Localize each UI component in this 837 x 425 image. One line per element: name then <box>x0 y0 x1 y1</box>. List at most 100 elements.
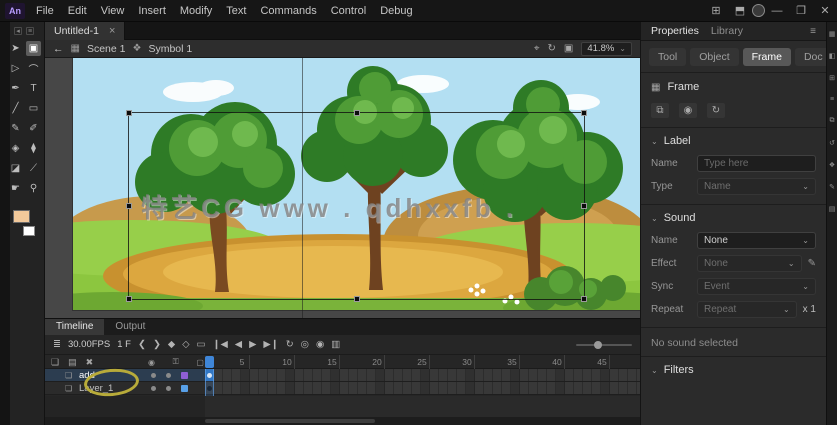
onion-skin-button[interactable]: ◎ <box>301 339 309 350</box>
loop-button[interactable]: ↻ <box>286 339 294 350</box>
mode-tab-doc[interactable]: Doc <box>794 48 826 66</box>
show-hide-toggle[interactable] <box>151 373 156 378</box>
color-panel-icon[interactable]: ◧ <box>829 52 836 60</box>
history-panel-icon[interactable]: ↺ <box>829 139 835 147</box>
layer-row[interactable]: ❏ add <box>45 369 640 382</box>
layer-name[interactable]: add <box>79 369 95 382</box>
playhead-marker[interactable] <box>205 356 214 368</box>
menu-text[interactable]: Text <box>219 0 253 22</box>
libraries-panel-icon[interactable]: ▤ <box>829 205 836 213</box>
next-frame-button[interactable]: ▶❙ <box>263 339 278 350</box>
insert-keyframe-button[interactable]: ◆ <box>168 339 175 350</box>
menu-insert[interactable]: Insert <box>131 0 173 22</box>
repeat-dropdown[interactable]: Repeat ⌄ <box>697 301 797 318</box>
minimize-button[interactable]: — <box>765 0 789 22</box>
workspace-icon[interactable]: ⊞ <box>704 0 728 22</box>
lasso-tool[interactable]: ⌒ <box>26 61 41 76</box>
timeline-zoom-slider[interactable] <box>576 340 632 349</box>
mode-tab-object[interactable]: Object <box>690 48 739 66</box>
profile-avatar[interactable] <box>752 4 765 17</box>
delete-layer-button[interactable]: ✖ <box>86 357 94 368</box>
insert-blank-keyframe-button[interactable]: ◇ <box>182 339 189 350</box>
info-panel-icon[interactable]: ≡ <box>830 96 834 103</box>
align-panel-icon[interactable]: ▦ <box>829 30 836 38</box>
play-button[interactable]: ▶ <box>249 339 256 350</box>
selected-frame[interactable] <box>205 369 214 381</box>
label-type-dropdown[interactable]: Name ⌄ <box>697 178 816 195</box>
frame-ruler[interactable]: 5 10 15 20 25 30 35 40 45 <box>205 355 640 369</box>
lock-toggle[interactable] <box>166 386 171 391</box>
menu-modify[interactable]: Modify <box>173 0 219 22</box>
text-tool[interactable]: T <box>26 81 41 96</box>
stage[interactable]: 特艺CG www . qdhxxfb . <box>45 58 640 318</box>
timeline-scrollbar[interactable] <box>45 417 640 425</box>
bone-tool[interactable]: ⟋ <box>26 161 41 176</box>
eraser-tool[interactable]: ◪ <box>8 161 23 176</box>
pencil-tool[interactable]: ✎ <box>8 121 23 136</box>
transform-handle[interactable] <box>126 110 132 116</box>
paint-bucket-tool[interactable]: ◈ <box>8 141 23 156</box>
prev-frame-button[interactable]: ◀ <box>235 339 242 350</box>
selection-tool[interactable]: ➤ <box>8 41 23 56</box>
layers-icon[interactable]: ≣ <box>53 339 61 350</box>
repeat-count[interactable]: x 1 <box>803 304 816 315</box>
tab-properties[interactable]: Properties <box>651 25 699 37</box>
tools-menu-icon[interactable]: ≡ <box>26 27 34 35</box>
menu-commands[interactable]: Commands <box>253 0 323 22</box>
menu-view[interactable]: View <box>94 0 132 22</box>
transform-handle[interactable] <box>581 296 587 302</box>
tools-collapse-icon[interactable]: ◂ <box>14 27 22 35</box>
transform-handle[interactable] <box>353 296 360 302</box>
filters-section-header[interactable]: ⌄ Filters <box>641 357 826 381</box>
layer-row[interactable]: ❏ Layer_1 <box>45 382 640 395</box>
layer-frames[interactable] <box>205 382 640 394</box>
new-folder-button[interactable]: ▤ <box>68 357 77 368</box>
mode-tab-frame[interactable]: Frame <box>742 48 791 66</box>
scrollbar-thumb[interactable] <box>205 419 375 423</box>
slider-track[interactable] <box>576 340 632 349</box>
document-tab[interactable]: Untitled-1 × <box>45 22 126 40</box>
rotate-view-icon[interactable]: ↻ <box>548 43 556 54</box>
free-transform-tool[interactable]: ▣ <box>26 41 41 56</box>
panel-menu-icon[interactable]: ≡ <box>810 26 816 37</box>
transform-handle[interactable] <box>126 296 132 302</box>
center-stage-icon[interactable]: ⌖ <box>534 43 540 54</box>
brushes-panel-icon[interactable]: ✎ <box>829 183 835 191</box>
transform-handle[interactable] <box>126 203 132 209</box>
tab-output[interactable]: Output <box>104 319 156 335</box>
refresh-icon[interactable]: ↻ <box>707 103 725 118</box>
lock-toggle[interactable] <box>166 373 171 378</box>
label-name-input[interactable]: Type here <box>697 155 816 172</box>
subselection-tool[interactable]: ▷ <box>8 61 23 76</box>
outline-color-toggle[interactable] <box>181 385 188 392</box>
layer-name[interactable]: Layer_1 <box>79 382 113 395</box>
name-dropdown[interactable]: None ⌄ <box>697 232 816 249</box>
visibility-icon[interactable]: ◉ <box>679 103 697 118</box>
show-hide-toggle[interactable] <box>151 386 156 391</box>
fill-color-swatch[interactable] <box>13 210 30 223</box>
sync-dropdown[interactable]: Event ⌄ <box>697 278 816 295</box>
sound-section-header[interactable]: ⌄ Sound <box>641 205 826 229</box>
pen-tool[interactable]: ✒ <box>8 81 23 96</box>
menu-edit[interactable]: Edit <box>61 0 94 22</box>
components-panel-icon[interactable]: ❖ <box>829 161 835 169</box>
insert-frame-button[interactable]: ▭ <box>197 339 206 350</box>
layer-frames[interactable] <box>205 369 640 381</box>
zoom-tool[interactable]: ⚲ <box>26 181 41 196</box>
animate-logo-icon[interactable]: An <box>5 2 25 19</box>
step-back-button[interactable]: ❮ <box>138 339 146 350</box>
clip-content-icon[interactable]: ▣ <box>564 43 573 54</box>
transform-handle[interactable] <box>353 110 360 116</box>
stroke-color-swatch[interactable] <box>23 226 35 236</box>
hand-tool[interactable]: ☛ <box>8 181 23 196</box>
swatches-panel-icon[interactable]: ⊞ <box>829 74 835 82</box>
transform-handle[interactable] <box>581 110 587 116</box>
back-button[interactable]: ← <box>53 43 64 55</box>
brush-tool[interactable]: ✐ <box>26 121 41 136</box>
onion-outlines-button[interactable]: ◉ <box>316 339 324 350</box>
frame-rate-value[interactable]: 30.00FPS <box>68 339 110 350</box>
edit-multiple-frames-button[interactable]: ▥ <box>331 339 340 350</box>
go-to-first-frame-button[interactable]: ❙◀ <box>213 339 228 350</box>
restore-button[interactable]: ❐ <box>789 0 813 22</box>
edit-sound-envelope-icon[interactable]: ✎ <box>808 258 816 269</box>
